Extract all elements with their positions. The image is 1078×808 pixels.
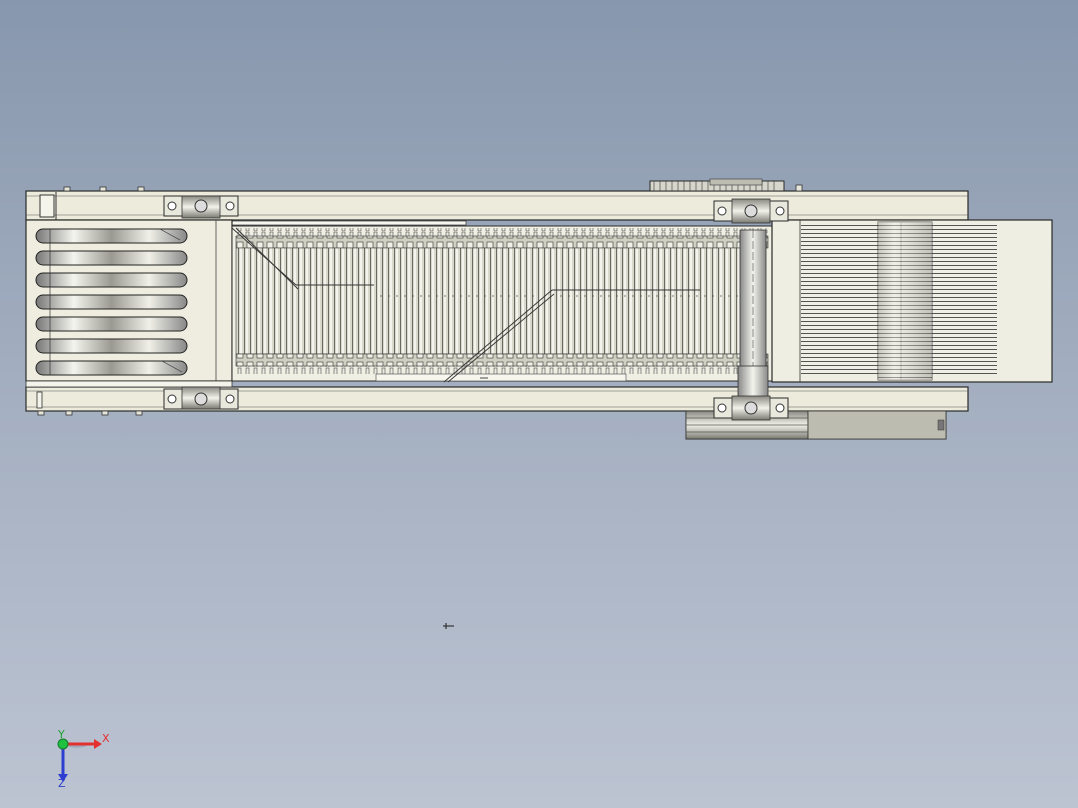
chain-belt — [231, 225, 773, 405]
bearing-bottom-left — [163, 386, 239, 410]
axis-z-label: Z — [58, 777, 66, 790]
bearing-top-right — [713, 198, 789, 224]
orientation-triad[interactable] — [57, 738, 102, 782]
graphics-viewport[interactable]: X Y Z — [0, 0, 1078, 808]
small-part-marker — [443, 623, 454, 629]
axis-x-label: X — [102, 732, 110, 745]
inlet-end-plate — [25, 219, 233, 388]
sprocket-gear — [649, 178, 785, 192]
bearing-top-left — [163, 195, 239, 219]
axis-y-label: Y — [58, 728, 65, 741]
conveyor-model[interactable] — [0, 0, 1078, 808]
discharge-hood — [771, 219, 1053, 383]
x-axis-arrowhead — [94, 739, 102, 749]
bearing-bottom-right — [713, 395, 789, 421]
